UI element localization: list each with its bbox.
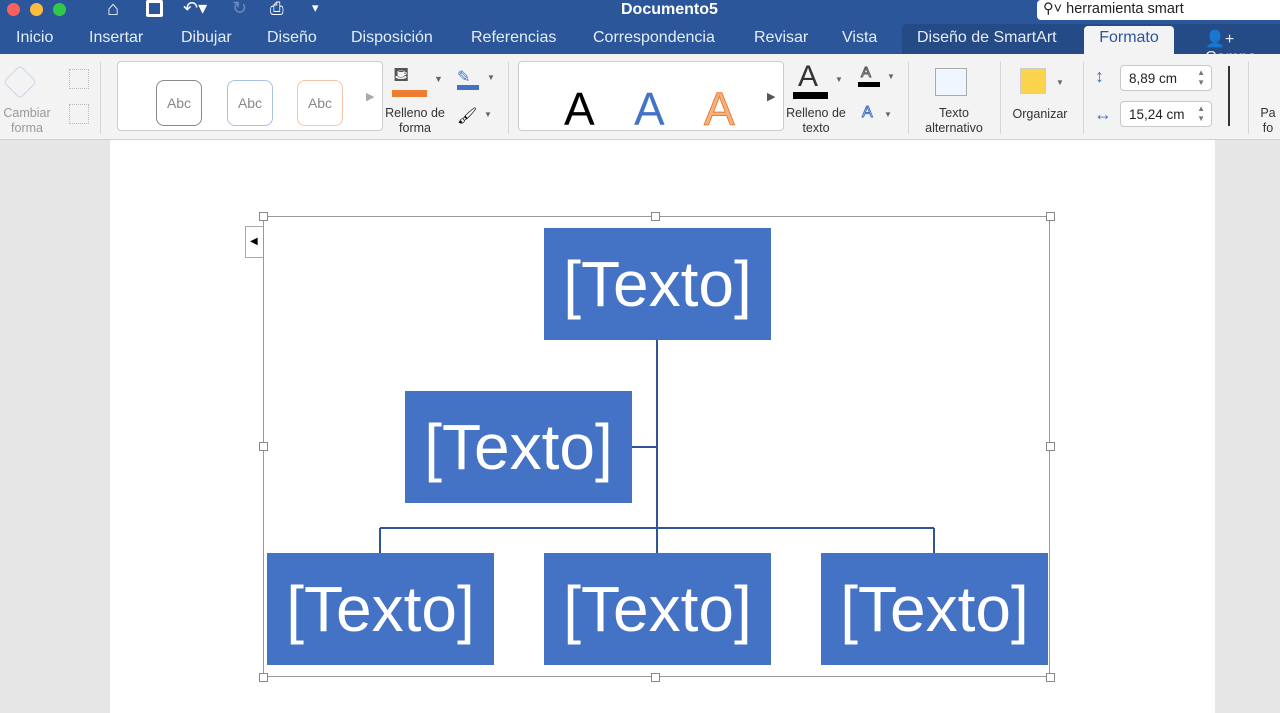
smartart-node-top[interactable]: [Texto] xyxy=(544,228,771,340)
smartart-node-assistant[interactable]: [Texto] xyxy=(405,391,632,503)
smartart-node-bottom-center[interactable]: [Texto] xyxy=(544,553,771,665)
smartart-node-bottom-right[interactable]: [Texto] xyxy=(821,553,1048,665)
smartart-node-bottom-left[interactable]: [Texto] xyxy=(267,553,494,665)
